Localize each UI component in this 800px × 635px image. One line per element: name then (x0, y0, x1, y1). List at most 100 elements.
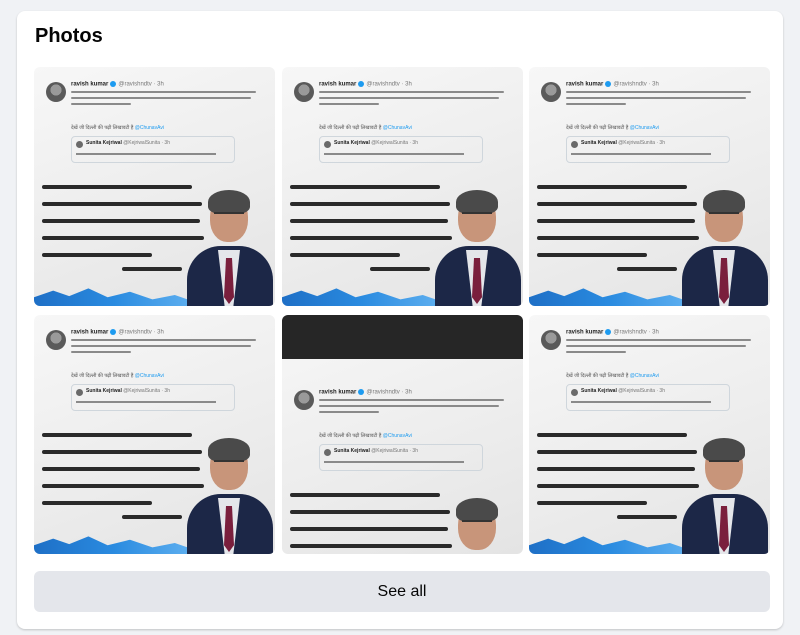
person-portrait (185, 186, 275, 306)
quoted-tweet: Sunita Kejriwal @KejriwalSunita · 3h (71, 136, 235, 163)
verified-icon (358, 81, 365, 87)
tweet-text-line (319, 91, 504, 93)
tweet-text-line (71, 339, 256, 341)
quote-author: Sunita Kejriwal @KejriwalSunita · 3h (581, 140, 665, 146)
tweet-link-tag: @ChunavAvi (134, 373, 164, 379)
tweet-text-line (71, 351, 131, 353)
quote-handle: @KejriwalSunita · 3h (371, 448, 418, 454)
photos-card: Photos ravish kumar @ravishndtv · 3h देखे… (17, 11, 783, 629)
glasses (462, 520, 492, 528)
glasses (214, 212, 244, 220)
quote-author: Sunita Kejriwal @KejriwalSunita · 3h (86, 388, 170, 394)
quote-text-line (324, 461, 464, 463)
tweet-name: ravish kumar (319, 81, 357, 88)
person-portrait (680, 434, 770, 554)
blue-wave-graphic (282, 288, 442, 306)
photo-grid: ravish kumar @ravishndtv · 3h देखें जी दि… (34, 67, 771, 554)
caption-line (537, 236, 699, 240)
photo-1[interactable]: ravish kumar @ravishndtv · 3h देखें जी दि… (34, 67, 275, 306)
blue-wave-graphic (529, 288, 689, 306)
tweet-link-line: देखें जी दिल्ली की पढ़ी लिखावटी है @Chun… (319, 125, 412, 131)
tweet-text-line (71, 97, 251, 99)
photo-2[interactable]: ravish kumar @ravishndtv · 3h देखें जी दि… (282, 67, 523, 306)
quote-text-line (571, 401, 711, 403)
person-portrait (433, 186, 523, 306)
quote-avatar (571, 141, 578, 148)
quote-handle: @KejriwalSunita · 3h (618, 388, 665, 394)
tweet-link-tag: @ChunavAvi (382, 433, 412, 439)
caption-line (42, 202, 202, 206)
caption-line (537, 253, 647, 257)
photo-content: ravish kumar @ravishndtv · 3h देखें जी दि… (282, 67, 523, 306)
photo-6[interactable]: ravish kumar @ravishndtv · 3h देखें जी दि… (529, 315, 770, 554)
caption-line (290, 219, 448, 223)
caption-line (537, 484, 699, 488)
see-all-button[interactable]: See all (34, 571, 770, 612)
section-title: Photos (35, 25, 103, 47)
quoted-tweet: Sunita Kejriwal @KejriwalSunita · 3h (319, 136, 483, 163)
hair (208, 190, 250, 214)
tweet-link-line: देखें जी दिल्ली की पढ़ी लिखावटी है @Chun… (566, 125, 659, 131)
quote-name: Sunita Kejriwal (581, 388, 617, 394)
tweet-name: ravish kumar (566, 81, 604, 88)
verified-icon (358, 389, 365, 395)
tweet-link-prefix: देखें जी दिल्ली की पढ़ी लिखावटी है (71, 373, 134, 379)
quote-name: Sunita Kejriwal (334, 448, 370, 454)
hair (456, 498, 498, 522)
tweet-text-line (566, 103, 626, 105)
quote-text-line (76, 401, 216, 403)
hair (703, 190, 745, 214)
person-portrait (185, 434, 275, 554)
quote-avatar (324, 141, 331, 148)
person-portrait (433, 494, 523, 554)
caption-line (290, 493, 440, 497)
avatar (294, 82, 314, 102)
photo-content: ravish kumar @ravishndtv · 3h देखें जी दि… (34, 315, 275, 554)
tweet-author: ravish kumar @ravishndtv · 3h (71, 81, 164, 88)
tweet-text-line (566, 91, 751, 93)
photo-content: ravish kumar @ravishndtv · 3h देखें जी दि… (529, 67, 770, 306)
tweet-text-line (71, 103, 131, 105)
quote-avatar (76, 389, 83, 396)
caption-line (290, 544, 452, 548)
tweet-link-line: देखें जी दिल्ली की पढ़ी लिखावटी है @Chun… (566, 373, 659, 379)
avatar (46, 330, 66, 350)
caption-line (290, 236, 452, 240)
caption-line (42, 450, 202, 454)
photo-dark-band (282, 315, 523, 359)
quote-handle: @KejriwalSunita · 3h (618, 140, 665, 146)
quoted-tweet: Sunita Kejriwal @KejriwalSunita · 3h (71, 384, 235, 411)
quote-author: Sunita Kejriwal @KejriwalSunita · 3h (581, 388, 665, 394)
hair (208, 438, 250, 462)
tweet-link-prefix: देखें जी दिल्ली की पढ़ी लिखावटी है (566, 125, 629, 131)
tweet-author: ravish kumar @ravishndtv · 3h (566, 81, 659, 88)
caption-signature (617, 515, 677, 519)
quote-author: Sunita Kejriwal @KejriwalSunita · 3h (334, 448, 418, 454)
caption-line (537, 219, 695, 223)
quote-author: Sunita Kejriwal @KejriwalSunita · 3h (86, 140, 170, 146)
tweet-link-tag: @ChunavAvi (134, 125, 164, 131)
caption-line (290, 185, 440, 189)
tweet-name: ravish kumar (319, 389, 357, 396)
blue-wave-graphic (34, 288, 194, 306)
verified-icon (110, 81, 117, 87)
caption-signature (617, 267, 677, 271)
verified-icon (605, 329, 612, 335)
photo-3[interactable]: ravish kumar @ravishndtv · 3h देखें जी दि… (529, 67, 770, 306)
verified-icon (110, 329, 117, 335)
tweet-text-line (319, 399, 504, 401)
hair (456, 190, 498, 214)
tweet-link-prefix: देखें जी दिल्ली की पढ़ी लिखावटी है (319, 433, 382, 439)
caption-line (537, 450, 697, 454)
caption-line (42, 253, 152, 257)
tweet-text-line (71, 91, 256, 93)
photo-content: ravish kumar @ravishndtv · 3h देखें जी दि… (282, 375, 523, 554)
caption-line (290, 253, 400, 257)
tweet-link-tag: @ChunavAvi (629, 373, 659, 379)
caption-signature (122, 267, 182, 271)
blue-wave-graphic (34, 536, 194, 554)
tweet-text-line (566, 97, 746, 99)
photo-5[interactable]: ravish kumar @ravishndtv · 3h देखें जी दि… (282, 315, 523, 554)
tweet-text-line (319, 103, 379, 105)
photo-4[interactable]: ravish kumar @ravishndtv · 3h देखें जी दि… (34, 315, 275, 554)
